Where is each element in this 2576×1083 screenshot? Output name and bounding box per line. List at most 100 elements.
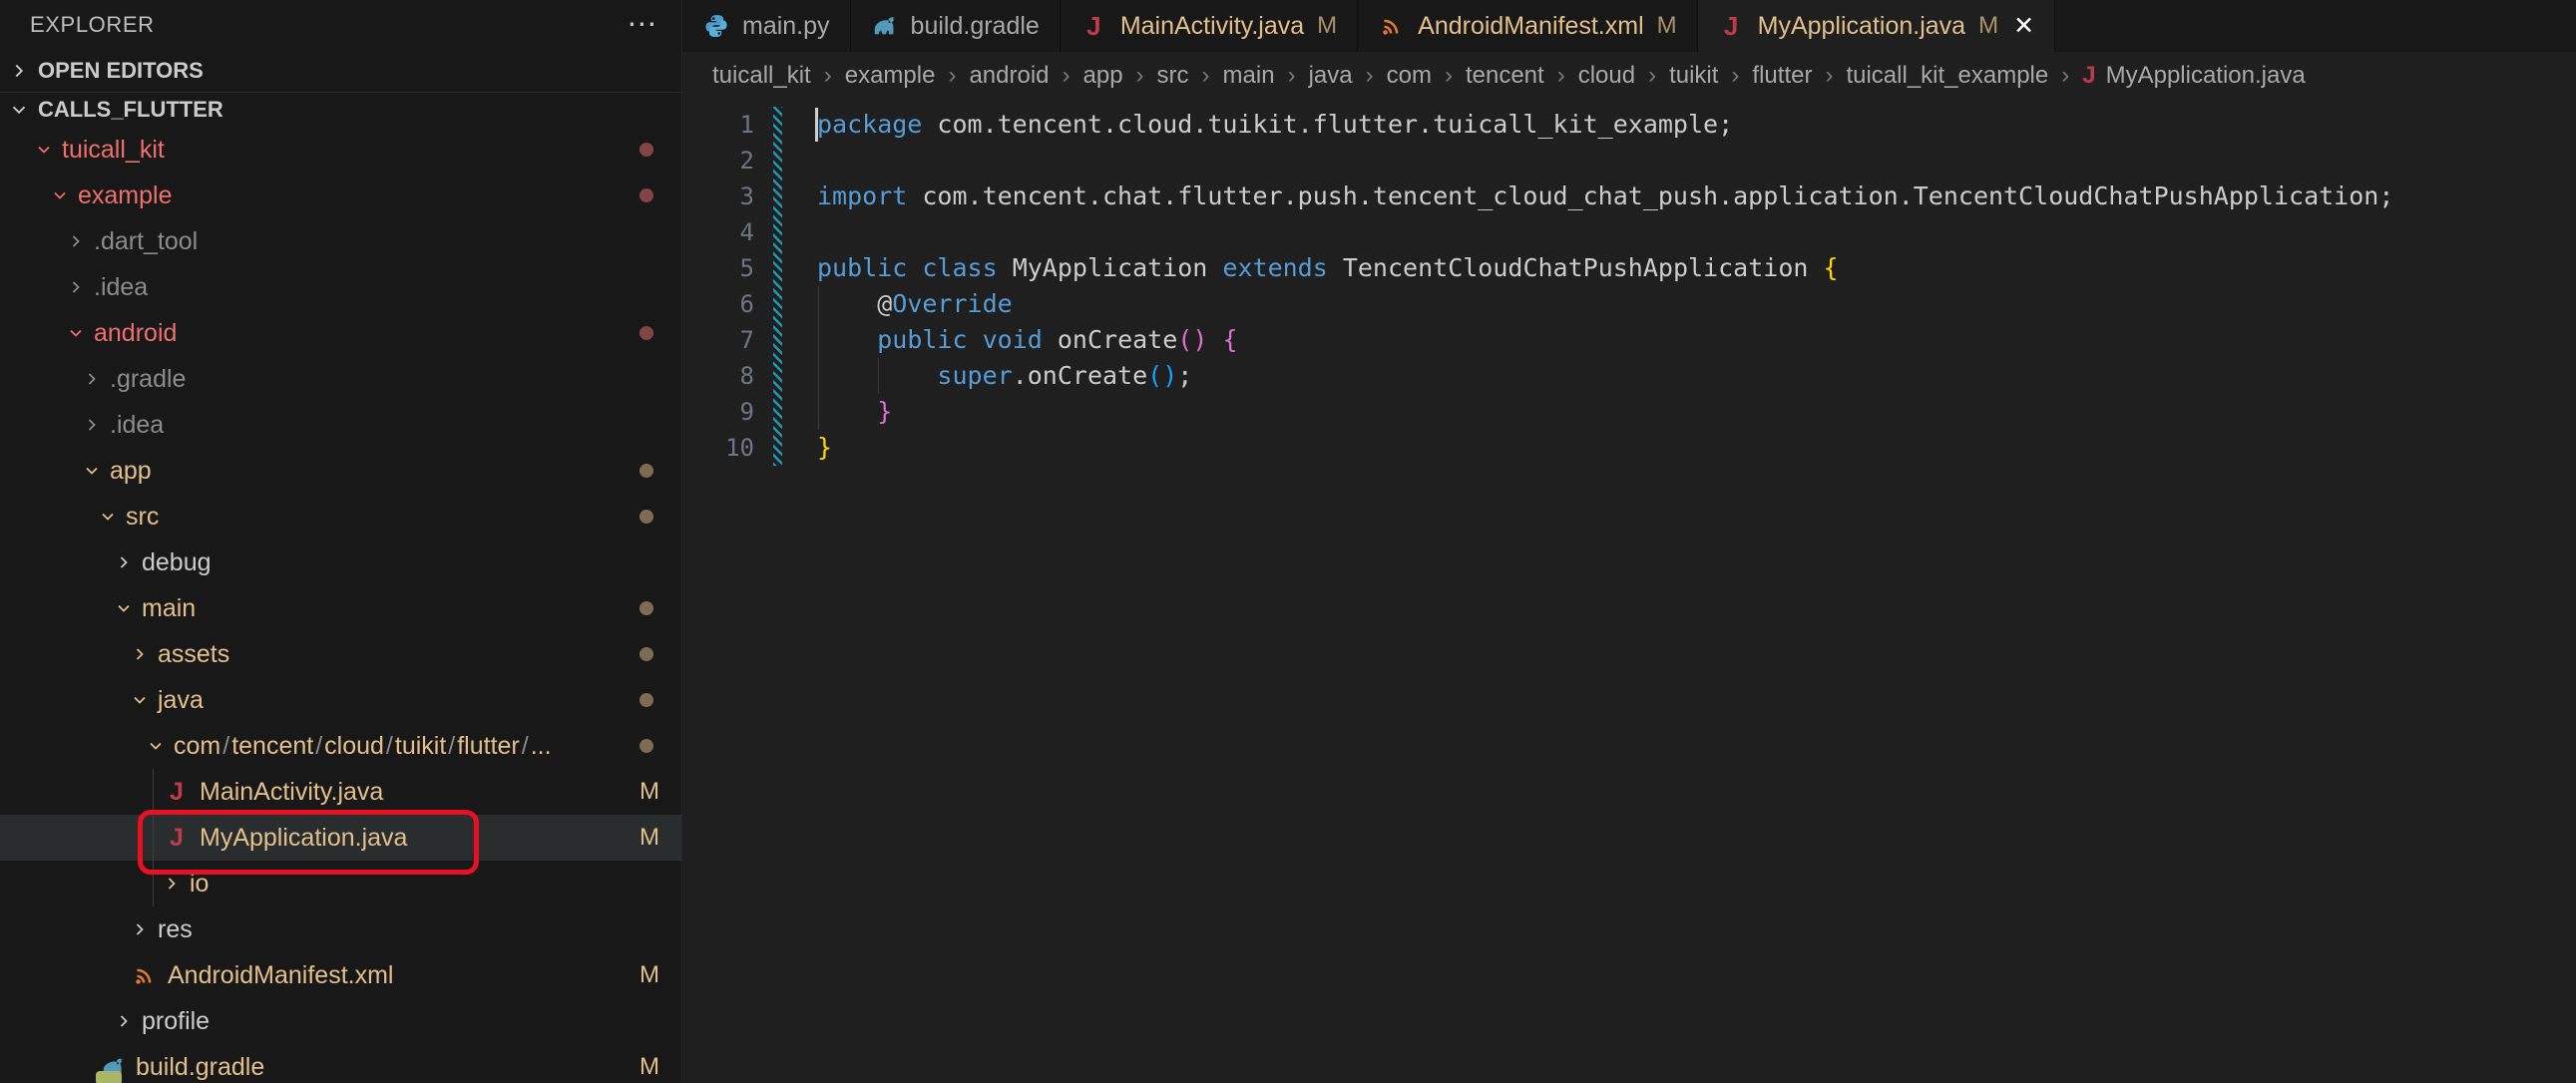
tree-item-example[interactable]: example [0, 173, 681, 218]
code-token: class [922, 253, 997, 282]
tab-label: MainActivity.java [1120, 12, 1304, 41]
tab-bar-filler [2055, 0, 2576, 52]
breadcrumb-item[interactable]: main [1223, 62, 1275, 90]
tree-item-tuicall_kit[interactable]: tuicall_kit [0, 127, 681, 173]
chevron-down-icon[interactable] [34, 140, 54, 160]
code-line[interactable]: 10} [682, 430, 2576, 466]
breadcrumb-separator: › [1063, 62, 1071, 90]
chevron-right-icon[interactable] [66, 277, 86, 297]
tree-item-com-tencent-cloud-tuikit-flutter-...[interactable]: com/tencent/cloud/tuikit/flutter/... [0, 723, 681, 769]
code-line[interactable]: 8 super.onCreate(); [682, 358, 2576, 394]
tree-item-label: main [142, 585, 196, 631]
tree-item-java[interactable]: java [0, 677, 681, 723]
tree-item-debug[interactable]: debug [0, 540, 681, 585]
chevron-down-icon[interactable] [50, 185, 70, 205]
chevron-down-icon[interactable] [82, 461, 102, 481]
breadcrumb-file[interactable]: JMyApplication.java [2082, 62, 2305, 90]
code-line[interactable]: 3import com.tencent.chat.flutter.push.te… [682, 179, 2576, 214]
code-line-text[interactable]: super.onCreate(); [817, 358, 1192, 394]
tree-item-main[interactable]: main [0, 585, 681, 631]
tab-main.py[interactable]: main.py [682, 0, 851, 52]
chevron-right-icon[interactable] [82, 369, 102, 389]
tab-build.gradle[interactable]: build.gradle [851, 0, 1061, 52]
code-line-text[interactable]: @Override [817, 286, 1013, 322]
java-icon: J [1080, 13, 1107, 40]
code-line[interactable]: 6 @Override [682, 286, 2576, 322]
breadcrumb-item[interactable]: tuicall_kit [712, 62, 811, 90]
section-workspace[interactable]: CALLS_FLUTTER [0, 93, 681, 127]
breadcrumb-item[interactable]: tencent [1466, 62, 1544, 90]
breadcrumb-item[interactable]: android [969, 62, 1049, 90]
chevron-right-icon[interactable] [114, 552, 134, 572]
breadcrumb-item[interactable]: com [1387, 62, 1432, 90]
tree-item-label: .dart_tool [94, 218, 198, 264]
breadcrumb-item[interactable]: flutter [1752, 62, 1812, 90]
code-line-text[interactable]: } [817, 430, 832, 466]
tab-AndroidManifest.xml[interactable]: AndroidManifest.xmlM [1358, 0, 1697, 52]
chevron-down-icon[interactable] [98, 507, 118, 527]
chevron-down-icon[interactable] [130, 690, 150, 710]
tree-item-res[interactable]: res [0, 906, 681, 952]
code-editor[interactable]: 1package com.tencent.cloud.tuikit.flutte… [682, 100, 2576, 1083]
tree-item-app[interactable]: app [0, 448, 681, 494]
code-token: } [817, 433, 832, 462]
breadcrumb-item[interactable]: cloud [1578, 62, 1635, 90]
code-line[interactable]: 5public class MyApplication extends Tenc… [682, 250, 2576, 286]
chevron-down-icon[interactable] [66, 323, 86, 343]
tree-item-android[interactable]: android [0, 310, 681, 356]
tab-MyApplication.java[interactable]: JMyApplication.javaM✕ [1698, 0, 2055, 52]
chevron-right-icon[interactable] [162, 874, 182, 894]
breadcrumb-item[interactable]: java [1309, 62, 1353, 90]
chevron-right-icon[interactable] [130, 644, 150, 664]
tree-item-.dart_tool[interactable]: .dart_tool [0, 218, 681, 264]
code-line[interactable]: 2 [682, 143, 2576, 179]
chevron-right-icon[interactable] [82, 415, 102, 435]
code-line-text[interactable]: } [817, 394, 892, 430]
tree-item-.idea[interactable]: .idea [0, 402, 681, 448]
chevron-right-icon[interactable] [114, 1011, 134, 1031]
more-actions-icon[interactable]: ⋯ [627, 15, 657, 35]
tree-item-label: app [110, 448, 152, 494]
chevron-right-icon[interactable] [130, 919, 150, 939]
tab-MainActivity.java[interactable]: JMainActivity.javaM [1061, 0, 1358, 52]
code-line[interactable]: 9 } [682, 394, 2576, 430]
path-segment: cloud [324, 732, 384, 760]
code-line[interactable]: 1package com.tencent.cloud.tuikit.flutte… [682, 107, 2576, 143]
line-number: 4 [682, 214, 754, 250]
tree-item-MainActivity.java[interactable]: JMainActivity.javaM [0, 769, 681, 815]
code-token: com.tencent.cloud.tuikit.flutter.tuicall… [922, 110, 1733, 139]
tree-item-.gradle[interactable]: .gradle [0, 356, 681, 402]
breadcrumb-separator: › [1648, 62, 1656, 90]
breadcrumb-item[interactable]: tuicall_kit_example [1846, 62, 2048, 90]
code-line[interactable]: 7 public void onCreate() { [682, 322, 2576, 358]
xml-icon [132, 962, 158, 988]
modified-badge: M [640, 1044, 659, 1083]
decoration-dot [640, 326, 653, 340]
code-line-text[interactable]: public void onCreate() { [817, 322, 1238, 358]
code-line-text[interactable]: public class MyApplication extends Tence… [817, 250, 1839, 286]
breadcrumb-separator: › [948, 62, 956, 90]
code-line-text[interactable]: package com.tencent.cloud.tuikit.flutter… [817, 107, 1733, 143]
breadcrumb-item[interactable]: example [845, 62, 936, 90]
breadcrumb-separator: › [1445, 62, 1453, 90]
tree-item-assets[interactable]: assets [0, 631, 681, 677]
tree-item-io[interactable]: io [0, 861, 681, 906]
path-separator: / [220, 732, 231, 760]
section-open-editors[interactable]: OPEN EDITORS [0, 50, 681, 93]
tree-item-profile[interactable]: profile [0, 998, 681, 1044]
vscode-window: EXPLORER ⋯ OPEN EDITORS CALLS_FLUTTER tu… [0, 0, 2576, 1083]
code-line[interactable]: 4 [682, 214, 2576, 250]
code-line-text[interactable]: import com.tencent.chat.flutter.push.ten… [817, 179, 2393, 214]
modified-badge: M [640, 952, 659, 998]
tree-item-AndroidManifest.xml[interactable]: AndroidManifest.xmlM [0, 952, 681, 998]
chevron-right-icon[interactable] [66, 231, 86, 251]
breadcrumb-item[interactable]: src [1157, 62, 1189, 90]
tree-item-src[interactable]: src [0, 494, 681, 540]
tree-item-MyApplication.java[interactable]: JMyApplication.javaM [0, 815, 681, 861]
close-icon[interactable]: ✕ [2011, 11, 2034, 41]
breadcrumb-item[interactable]: app [1083, 62, 1123, 90]
tree-item-.idea[interactable]: .idea [0, 264, 681, 310]
breadcrumb-item[interactable]: tuikit [1669, 62, 1718, 90]
chevron-down-icon[interactable] [146, 736, 166, 756]
chevron-down-icon[interactable] [114, 598, 134, 618]
